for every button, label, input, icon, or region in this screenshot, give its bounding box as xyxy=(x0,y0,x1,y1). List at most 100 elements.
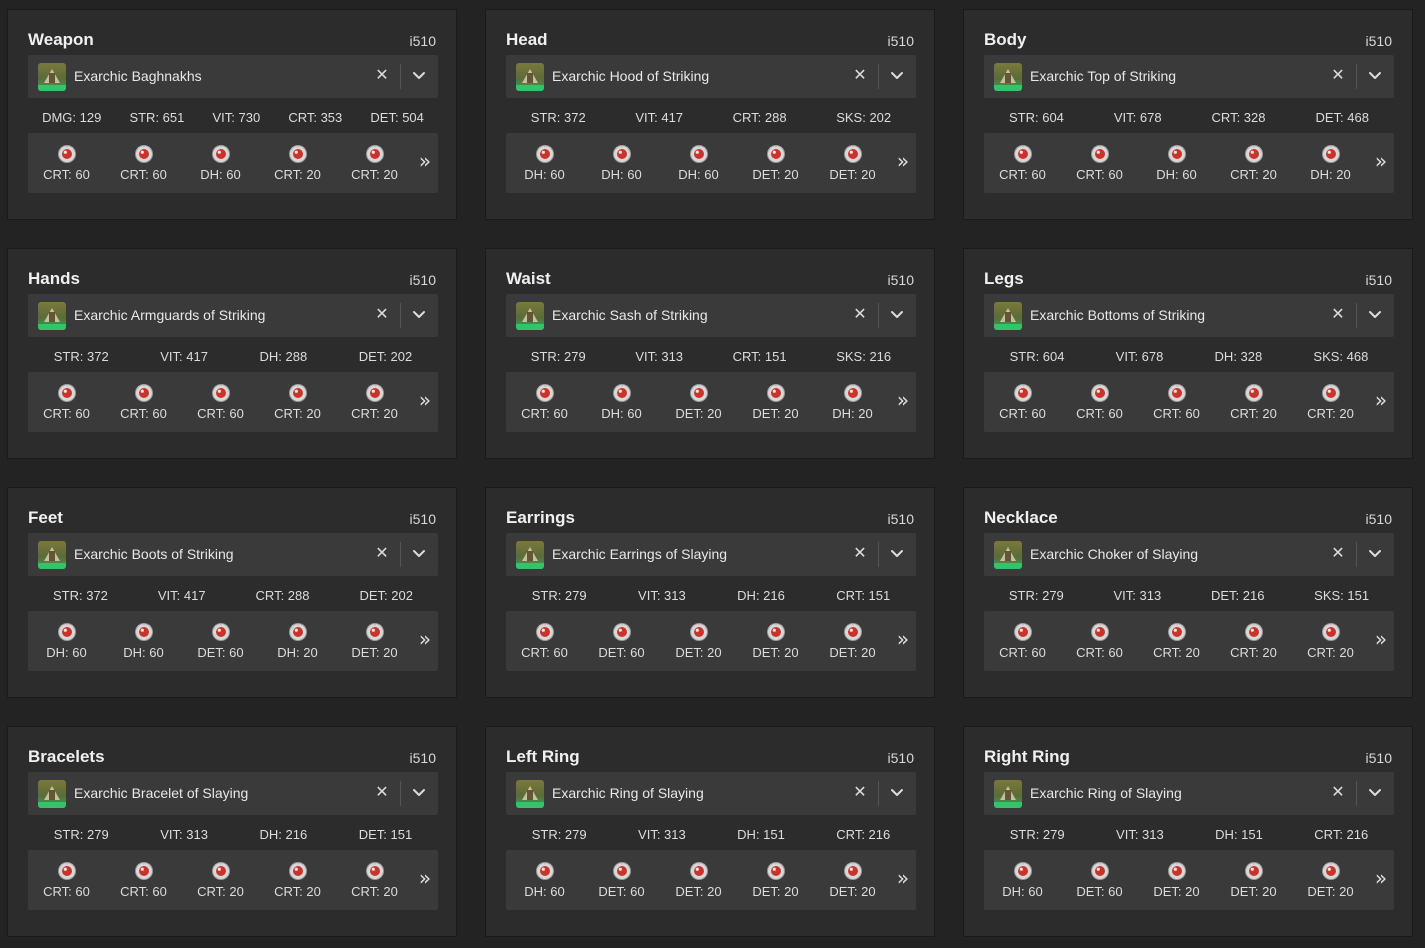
materia-slot[interactable]: DH: 60 xyxy=(586,372,658,432)
materia-slot[interactable]: DET: 20 xyxy=(740,133,812,193)
chevron-down-icon[interactable] xyxy=(1364,65,1386,87)
materia-slot[interactable]: CRT: 20 xyxy=(1295,372,1367,432)
materia-slot[interactable]: DH: 60 xyxy=(185,133,257,193)
materia-slot[interactable]: CRT: 60 xyxy=(987,133,1059,193)
double-chevron-right-icon[interactable]: » xyxy=(894,150,912,174)
materia-slot[interactable]: DH: 20 xyxy=(817,372,889,432)
materia-slot[interactable]: DET: 20 xyxy=(817,611,889,671)
materia-slot[interactable]: CRT: 20 xyxy=(262,133,334,193)
double-chevron-right-icon[interactable]: » xyxy=(894,628,912,652)
clear-icon[interactable]: ✕ xyxy=(372,64,392,88)
materia-slot[interactable]: CRT: 20 xyxy=(1141,611,1213,671)
double-chevron-right-icon[interactable]: » xyxy=(1372,867,1390,891)
materia-slot[interactable]: CRT: 20 xyxy=(1218,133,1290,193)
materia-slot[interactable]: DET: 20 xyxy=(663,850,735,910)
clear-icon[interactable]: ✕ xyxy=(1328,303,1348,327)
materia-slot[interactable]: DET: 20 xyxy=(663,611,735,671)
materia-slot[interactable]: DET: 20 xyxy=(740,611,812,671)
materia-slot[interactable]: DET: 20 xyxy=(817,850,889,910)
materia-slot[interactable]: CRT: 60 xyxy=(987,611,1059,671)
materia-slot[interactable]: CRT: 60 xyxy=(31,850,103,910)
materia-slot[interactable]: CRT: 60 xyxy=(31,372,103,432)
item-select[interactable]: Exarchic Choker of Slaying ✕ xyxy=(984,533,1394,576)
chevron-down-icon[interactable] xyxy=(886,65,908,87)
chevron-down-icon[interactable] xyxy=(1364,782,1386,804)
clear-icon[interactable]: ✕ xyxy=(372,303,392,327)
clear-icon[interactable]: ✕ xyxy=(850,64,870,88)
item-select[interactable]: Exarchic Ring of Slaying ✕ xyxy=(984,772,1394,815)
materia-slot[interactable]: CRT: 20 xyxy=(262,372,334,432)
materia-slot[interactable]: DH: 60 xyxy=(663,133,735,193)
chevron-down-icon[interactable] xyxy=(1364,543,1386,565)
materia-slot[interactable]: DET: 20 xyxy=(740,850,812,910)
clear-icon[interactable]: ✕ xyxy=(372,542,392,566)
double-chevron-right-icon[interactable]: » xyxy=(1372,389,1390,413)
materia-slot[interactable]: CRT: 20 xyxy=(339,372,411,432)
materia-slot[interactable]: CRT: 60 xyxy=(1064,133,1136,193)
materia-slot[interactable]: CRT: 20 xyxy=(339,850,411,910)
materia-slot[interactable]: DET: 20 xyxy=(339,611,411,671)
materia-slot[interactable]: CRT: 60 xyxy=(108,850,180,910)
item-select[interactable]: Exarchic Bottoms of Striking ✕ xyxy=(984,294,1394,337)
double-chevron-right-icon[interactable]: » xyxy=(416,628,434,652)
materia-slot[interactable]: DET: 60 xyxy=(185,611,257,671)
materia-slot[interactable]: DH: 20 xyxy=(1295,133,1367,193)
materia-slot[interactable]: CRT: 20 xyxy=(185,850,257,910)
materia-slot[interactable]: CRT: 60 xyxy=(108,133,180,193)
item-select[interactable]: Exarchic Earrings of Slaying ✕ xyxy=(506,533,916,576)
item-select[interactable]: Exarchic Hood of Striking ✕ xyxy=(506,55,916,98)
materia-slot[interactable]: DH: 60 xyxy=(586,133,658,193)
materia-slot[interactable]: DH: 60 xyxy=(509,133,581,193)
chevron-down-icon[interactable] xyxy=(886,304,908,326)
double-chevron-right-icon[interactable]: » xyxy=(416,389,434,413)
materia-slot[interactable]: DH: 60 xyxy=(509,850,581,910)
item-select[interactable]: Exarchic Sash of Striking ✕ xyxy=(506,294,916,337)
double-chevron-right-icon[interactable]: » xyxy=(894,389,912,413)
item-select[interactable]: Exarchic Boots of Striking ✕ xyxy=(28,533,438,576)
chevron-down-icon[interactable] xyxy=(408,782,430,804)
materia-slot[interactable]: DET: 60 xyxy=(586,611,658,671)
double-chevron-right-icon[interactable]: » xyxy=(894,867,912,891)
materia-slot[interactable]: CRT: 20 xyxy=(339,133,411,193)
clear-icon[interactable]: ✕ xyxy=(850,542,870,566)
chevron-down-icon[interactable] xyxy=(408,543,430,565)
materia-slot[interactable]: CRT: 60 xyxy=(185,372,257,432)
materia-slot[interactable]: CRT: 20 xyxy=(1218,611,1290,671)
chevron-down-icon[interactable] xyxy=(886,543,908,565)
materia-slot[interactable]: CRT: 60 xyxy=(108,372,180,432)
chevron-down-icon[interactable] xyxy=(408,304,430,326)
clear-icon[interactable]: ✕ xyxy=(372,781,392,805)
materia-slot[interactable]: DET: 60 xyxy=(1064,850,1136,910)
materia-slot[interactable]: DET: 60 xyxy=(586,850,658,910)
materia-slot[interactable]: DET: 20 xyxy=(740,372,812,432)
materia-slot[interactable]: DET: 20 xyxy=(1295,850,1367,910)
clear-icon[interactable]: ✕ xyxy=(1328,64,1348,88)
materia-slot[interactable]: CRT: 20 xyxy=(1295,611,1367,671)
materia-slot[interactable]: DET: 20 xyxy=(1141,850,1213,910)
materia-slot[interactable]: DH: 60 xyxy=(108,611,180,671)
item-select[interactable]: Exarchic Top of Striking ✕ xyxy=(984,55,1394,98)
materia-slot[interactable]: CRT: 60 xyxy=(1141,372,1213,432)
materia-slot[interactable]: CRT: 60 xyxy=(987,372,1059,432)
chevron-down-icon[interactable] xyxy=(1364,304,1386,326)
materia-slot[interactable]: CRT: 60 xyxy=(509,372,581,432)
materia-slot[interactable]: DH: 20 xyxy=(262,611,334,671)
materia-slot[interactable]: DH: 60 xyxy=(31,611,103,671)
clear-icon[interactable]: ✕ xyxy=(850,303,870,327)
materia-slot[interactable]: CRT: 60 xyxy=(31,133,103,193)
clear-icon[interactable]: ✕ xyxy=(1328,781,1348,805)
clear-icon[interactable]: ✕ xyxy=(1328,542,1348,566)
materia-slot[interactable]: CRT: 60 xyxy=(1064,372,1136,432)
materia-slot[interactable]: DET: 20 xyxy=(1218,850,1290,910)
materia-slot[interactable]: DH: 60 xyxy=(987,850,1059,910)
materia-slot[interactable]: CRT: 60 xyxy=(509,611,581,671)
item-select[interactable]: Exarchic Armguards of Striking ✕ xyxy=(28,294,438,337)
item-select[interactable]: Exarchic Baghnakhs ✕ xyxy=(28,55,438,98)
materia-slot[interactable]: DET: 20 xyxy=(663,372,735,432)
clear-icon[interactable]: ✕ xyxy=(850,781,870,805)
double-chevron-right-icon[interactable]: » xyxy=(416,867,434,891)
chevron-down-icon[interactable] xyxy=(886,782,908,804)
double-chevron-right-icon[interactable]: » xyxy=(1372,150,1390,174)
double-chevron-right-icon[interactable]: » xyxy=(1372,628,1390,652)
item-select[interactable]: Exarchic Bracelet of Slaying ✕ xyxy=(28,772,438,815)
